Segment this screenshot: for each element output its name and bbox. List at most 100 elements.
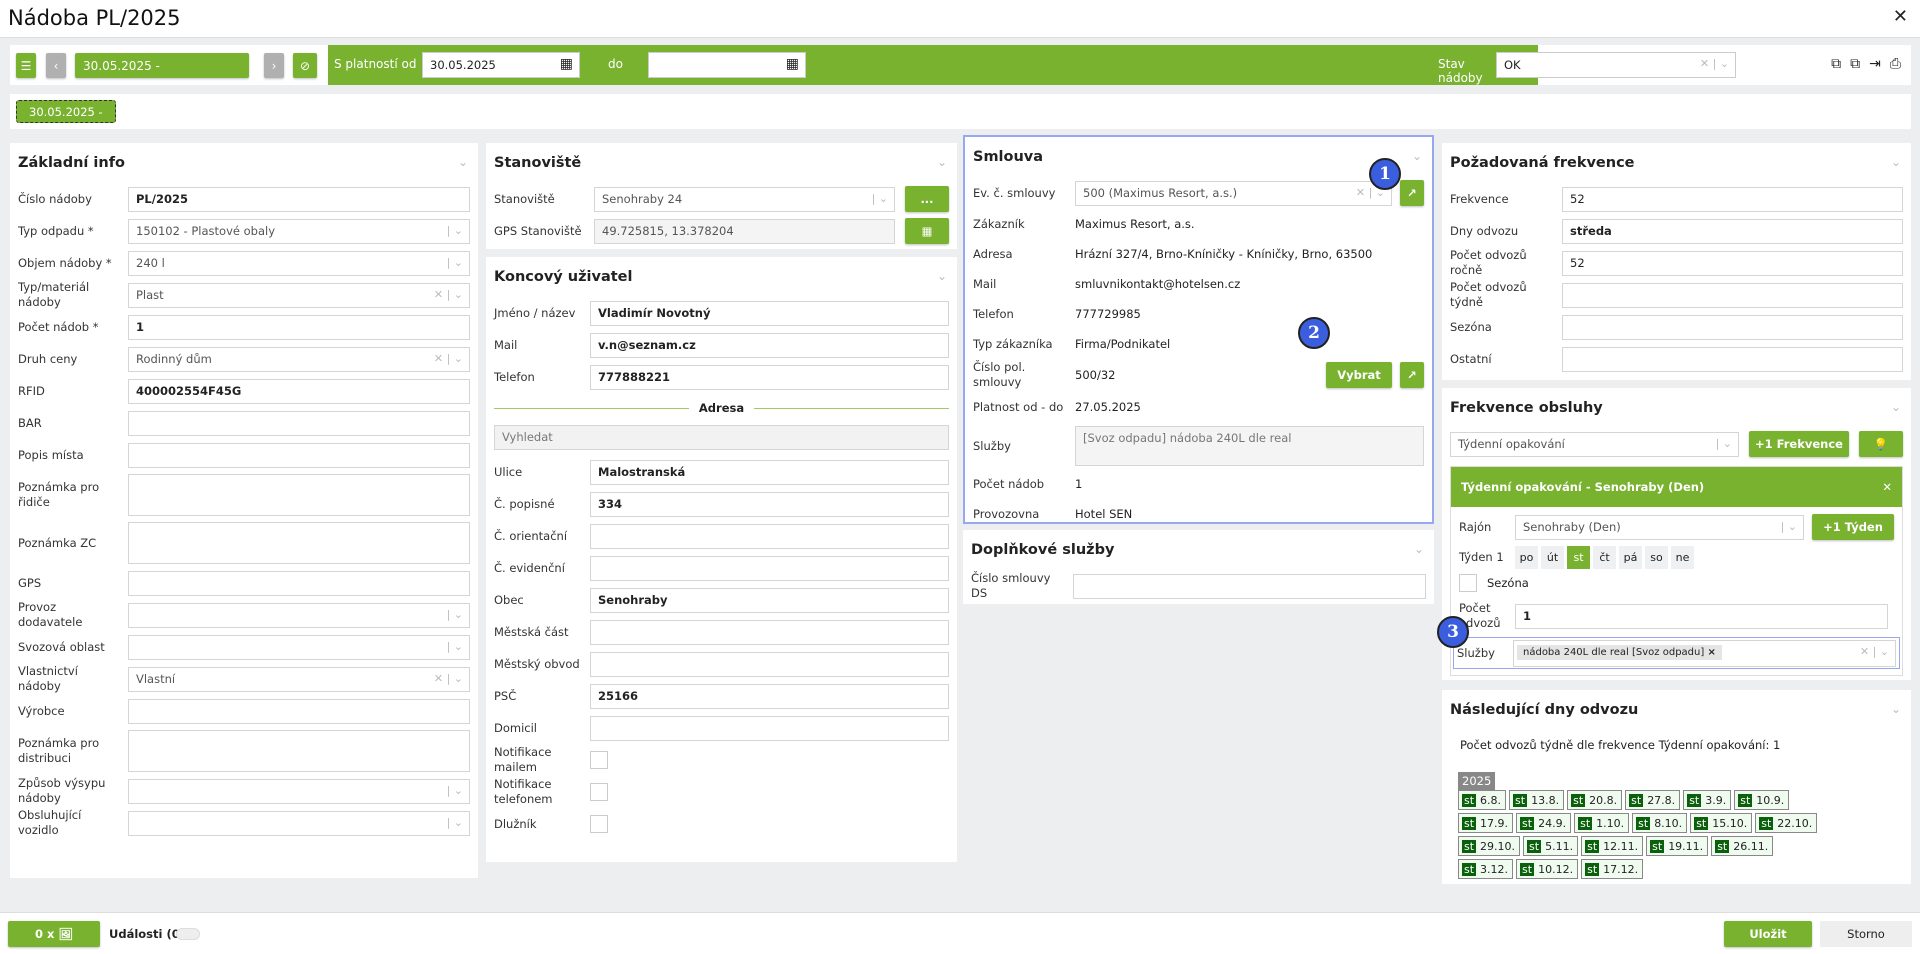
- day-pá[interactable]: pá: [1619, 545, 1642, 569]
- checkbox[interactable]: [590, 783, 608, 801]
- calendar-icon[interactable]: ▦: [786, 56, 799, 72]
- next-button[interactable]: ›: [264, 53, 284, 78]
- chevron-down-icon[interactable]: ⌄: [937, 155, 947, 169]
- version-chip[interactable]: 30.05.2025 -: [16, 100, 116, 123]
- textarea-field[interactable]: [128, 474, 470, 516]
- more-button[interactable]: ...: [905, 186, 949, 212]
- input-field[interactable]: [1562, 346, 1903, 372]
- chevron-down-icon[interactable]: ⌄: [458, 155, 468, 169]
- input-field[interactable]: středa: [1562, 218, 1903, 244]
- close-icon[interactable]: ✕: [1893, 6, 1908, 27]
- chevron-down-icon[interactable]: | ⌄: [447, 256, 463, 269]
- clear-chevron-icon[interactable]: ✕ | ⌄: [434, 288, 463, 301]
- select-field[interactable]: 240 l | ⌄: [128, 250, 470, 276]
- hide-icon[interactable]: ⊘: [293, 53, 317, 78]
- ds-contract-input[interactable]: [1073, 573, 1426, 599]
- input-field[interactable]: 52: [1562, 186, 1903, 212]
- season-checkbox[interactable]: [1459, 574, 1477, 592]
- input-field[interactable]: [128, 442, 470, 468]
- input-field[interactable]: [590, 619, 949, 645]
- copy-left-icon[interactable]: ⧉: [1831, 56, 1841, 72]
- clear-chevron-icon[interactable]: ✕ | ⌄: [1700, 57, 1729, 70]
- day-ne[interactable]: ne: [1671, 545, 1694, 569]
- open-external-icon[interactable]: ↗: [1400, 180, 1424, 206]
- frequency-select[interactable]: Týdenní opakování | ⌄: [1450, 431, 1739, 457]
- chevron-down-icon[interactable]: | ⌄: [447, 224, 463, 237]
- input-field[interactable]: Vladimír Novotný: [590, 300, 949, 326]
- prev-button[interactable]: ‹: [46, 53, 66, 78]
- chevron-down-icon[interactable]: ⌄: [1414, 542, 1424, 556]
- input-field[interactable]: v.n@seznam.cz: [590, 332, 949, 358]
- input-field[interactable]: [1562, 314, 1903, 340]
- valid-to-input[interactable]: ▦: [648, 52, 806, 78]
- select-button[interactable]: Vybrat: [1326, 362, 1392, 388]
- export-icon[interactable]: ⇥: [1869, 56, 1881, 72]
- chevron-down-icon[interactable]: | ⌄: [447, 784, 463, 797]
- input-field[interactable]: 1: [128, 314, 470, 340]
- select-field[interactable]: | ⌄: [128, 810, 470, 836]
- status-select[interactable]: OK ✕ | ⌄: [1496, 52, 1736, 78]
- day-čt[interactable]: čt: [1593, 545, 1616, 569]
- chevron-down-icon[interactable]: ⌄: [1412, 149, 1422, 163]
- textarea-field[interactable]: [128, 522, 470, 564]
- input-field[interactable]: [590, 651, 949, 677]
- chevron-down-icon[interactable]: | ⌄: [447, 640, 463, 653]
- clear-chevron-icon[interactable]: ✕ | ⌄: [434, 352, 463, 365]
- photos-button[interactable]: 0 x 🖼: [8, 921, 100, 947]
- services-multiselect[interactable]: nádoba 240L dle real [Svoz odpadu] × ✕ | …: [1513, 639, 1896, 667]
- day-so[interactable]: so: [1645, 545, 1668, 569]
- add-week-button[interactable]: +1 Týden: [1812, 514, 1894, 540]
- rajon-select[interactable]: Senohraby (Den) | ⌄: [1515, 514, 1804, 540]
- input-field[interactable]: [128, 410, 470, 436]
- valid-from-input[interactable]: 30.05.2025 ▦: [422, 52, 580, 78]
- map-icon[interactable]: ▦: [905, 218, 949, 244]
- chevron-down-icon[interactable]: ⌄: [1891, 400, 1901, 414]
- input-field[interactable]: [590, 523, 949, 549]
- input-field[interactable]: PL/2025: [128, 186, 470, 212]
- select-field[interactable]: | ⌄: [128, 602, 470, 628]
- lightbulb-icon[interactable]: 💡: [1859, 431, 1903, 457]
- day-út[interactable]: út: [1541, 545, 1564, 569]
- calendar-icon[interactable]: ▦: [560, 56, 573, 72]
- textarea-field[interactable]: [128, 730, 470, 772]
- input-field[interactable]: 334: [590, 491, 949, 517]
- count-input[interactable]: 1: [1515, 603, 1888, 629]
- menu-icon[interactable]: ☰: [16, 53, 36, 78]
- input-field[interactable]: [1562, 282, 1903, 308]
- input-field[interactable]: 25166: [590, 683, 949, 709]
- add-frequency-button[interactable]: +1 Frekvence: [1749, 431, 1849, 457]
- address-search-input[interactable]: Vyhledat: [494, 425, 949, 450]
- stanoviste-select[interactable]: Senohraby 24 | ⌄: [594, 186, 895, 212]
- input-field[interactable]: 52: [1562, 250, 1903, 276]
- cancel-button[interactable]: Storno: [1820, 921, 1912, 947]
- copy-right-icon[interactable]: ⧉: [1850, 56, 1860, 72]
- input-field[interactable]: Malostranská: [590, 459, 949, 485]
- open-external-icon[interactable]: ↗: [1400, 362, 1424, 388]
- date-range-select[interactable]: 30.05.2025 -: [75, 53, 249, 78]
- chevron-down-icon[interactable]: ⌄: [937, 269, 947, 283]
- input-field[interactable]: [590, 555, 949, 581]
- select-field[interactable]: Plast ✕ | ⌄: [128, 282, 470, 308]
- input-field[interactable]: [128, 570, 470, 596]
- input-field[interactable]: 400002554F45G: [128, 378, 470, 404]
- day-st[interactable]: st: [1567, 545, 1590, 569]
- print-icon[interactable]: ⎙: [1890, 56, 1901, 72]
- save-button[interactable]: Uložit: [1724, 921, 1812, 947]
- close-icon[interactable]: ✕: [1882, 480, 1892, 494]
- remove-tag-icon[interactable]: ×: [1707, 647, 1715, 658]
- checkbox[interactable]: [590, 751, 608, 769]
- chevron-down-icon[interactable]: | ⌄: [447, 816, 463, 829]
- events-toggle[interactable]: [176, 928, 200, 940]
- chevron-down-icon[interactable]: ⌄: [1891, 702, 1901, 716]
- input-field[interactable]: Senohraby: [590, 587, 949, 613]
- input-field[interactable]: 777888221: [590, 364, 949, 390]
- chevron-down-icon[interactable]: | ⌄: [447, 608, 463, 621]
- select-field[interactable]: Rodinný dům ✕ | ⌄: [128, 346, 470, 372]
- select-field[interactable]: | ⌄: [128, 778, 470, 804]
- select-field[interactable]: 150102 - Plastové obaly | ⌄: [128, 218, 470, 244]
- day-po[interactable]: po: [1515, 545, 1538, 569]
- select-field[interactable]: | ⌄: [128, 634, 470, 660]
- contract-select[interactable]: 500 (Maximus Resort, a.s.) ✕ | ⌄: [1075, 180, 1392, 206]
- checkbox[interactable]: [590, 815, 608, 833]
- input-field[interactable]: [590, 715, 949, 741]
